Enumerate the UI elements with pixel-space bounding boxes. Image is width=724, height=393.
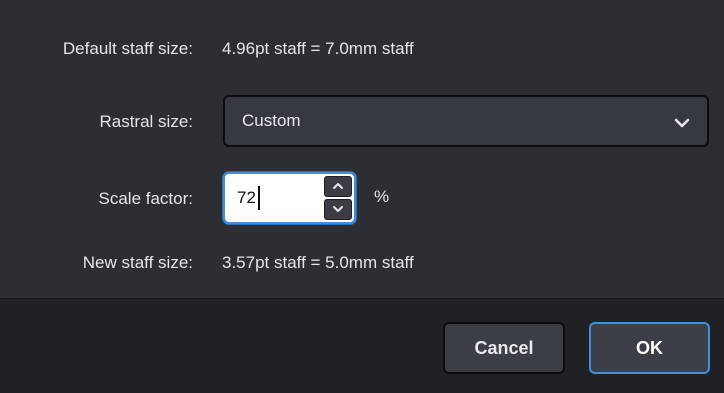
scale-factor-stepper[interactable]: [223, 172, 356, 224]
chevron-up-icon: [333, 183, 343, 189]
ok-button[interactable]: OK: [589, 322, 710, 374]
rastral-size-label: Rastral size:: [99, 112, 193, 131]
default-staff-size-label: Default staff size:: [62, 39, 193, 58]
staff-size-dialog: Default staff size: 4.96pt staff = 7.0mm…: [0, 0, 724, 393]
dialog-content: Default staff size: 4.96pt staff = 7.0mm…: [0, 0, 724, 298]
new-staff-size-value: 3.57pt staff = 5.0mm staff: [222, 253, 414, 272]
default-staff-size-value: 4.96pt staff = 7.0mm staff: [222, 39, 414, 58]
scale-factor-label: Scale factor:: [98, 189, 194, 208]
new-staff-size-label: New staff size:: [82, 253, 193, 272]
chevron-down-icon: [673, 114, 691, 132]
rastral-size-selected-value: Custom: [242, 111, 301, 130]
chevron-down-icon: [333, 206, 343, 212]
scale-factor-input[interactable]: [225, 174, 321, 222]
decrement-button[interactable]: [324, 199, 352, 220]
increment-button[interactable]: [324, 176, 352, 197]
rastral-size-select[interactable]: Custom: [223, 95, 709, 147]
cancel-button[interactable]: Cancel: [443, 322, 565, 374]
percent-unit-label: %: [374, 187, 390, 206]
text-cursor: [258, 186, 260, 210]
